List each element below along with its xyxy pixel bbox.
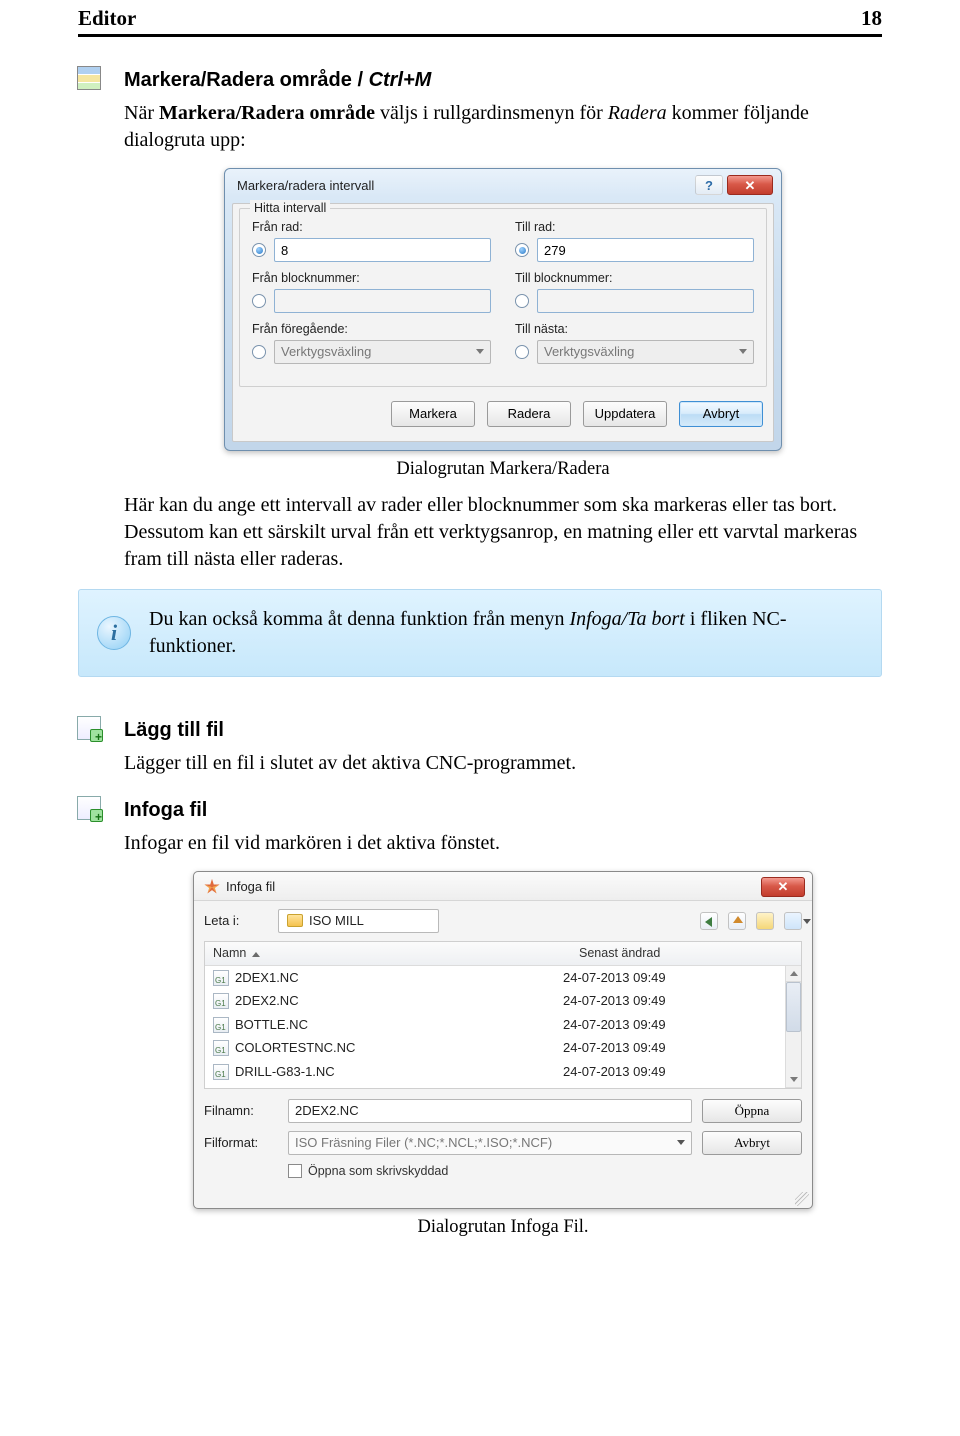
combo-from-prev[interactable]: Verktygsväxling — [274, 340, 491, 364]
label-look-in: Leta i: — [204, 912, 270, 930]
ofd-title: Infoga fil — [226, 878, 275, 896]
file-date: 24-07-2013 09:49 — [563, 969, 763, 987]
label-readonly: Öppna som skrivskyddad — [308, 1163, 448, 1180]
info-callout-text: Du kan också komma åt denna funktion frå… — [149, 606, 863, 660]
section-heading-mark-range: Markera/Radera område / Ctrl+M — [124, 67, 882, 94]
label-to-block: Till blocknummer: — [515, 270, 754, 287]
page-header-title: Editor — [78, 4, 136, 32]
file-name: BOTTLE.NC — [235, 1016, 308, 1034]
section-heading-insert-file: Infoga fil — [124, 797, 882, 824]
column-name[interactable]: Namn — [213, 945, 579, 962]
input-from-row[interactable] — [274, 238, 491, 262]
ofd-close-button[interactable]: ✕ — [761, 877, 805, 897]
combo-filetype[interactable]: ISO Fräsning Filer (*.NC;*.NCL;*.ISO;*.N… — [288, 1131, 692, 1155]
file-date: 24-07-2013 09:49 — [563, 992, 763, 1010]
file-row[interactable]: 2DEX1.NC 24-07-2013 09:49 — [205, 966, 785, 990]
info-icon: i — [97, 616, 131, 650]
file-row[interactable]: BOTTLE.NC 24-07-2013 09:49 — [205, 1013, 785, 1037]
file-name: COLORTESTNC.NC — [235, 1039, 355, 1057]
file-list-scrollbar[interactable] — [785, 966, 801, 1088]
dialog-close-button[interactable]: ✕ — [727, 175, 773, 195]
file-row[interactable]: COLORTESTNC.NC 24-07-2013 09:49 — [205, 1036, 785, 1060]
section-intro-mark-range: När Markera/Radera område väljs i rullga… — [124, 100, 882, 154]
radio-from-block[interactable] — [252, 294, 266, 308]
column-date[interactable]: Senast ändrad — [579, 945, 779, 962]
section-body-append-file: Lägger till en fil i slutet av det aktiv… — [124, 750, 882, 777]
file-date: 24-07-2013 09:49 — [563, 1039, 763, 1057]
caption-insert-file: Dialogrutan Infoga Fil. — [124, 1215, 882, 1240]
file-row[interactable]: DRILL-G83-1.NC 24-07-2013 09:49 — [205, 1060, 785, 1084]
input-to-row[interactable] — [537, 238, 754, 262]
section-body-mark-range: Här kan du ange ett intervall av rader e… — [124, 492, 882, 573]
file-name: 2DEX2.NC — [235, 992, 299, 1010]
look-in-combo[interactable]: ISO MILL — [278, 909, 439, 933]
label-from-block: Från blocknummer: — [252, 270, 491, 287]
input-filename[interactable]: 2DEX2.NC — [288, 1099, 692, 1123]
label-filetype: Filformat: — [204, 1134, 278, 1152]
file-name: 2DEX1.NC — [235, 969, 299, 987]
radio-from-prev[interactable] — [252, 345, 266, 359]
dialog-insert-file: Infoga fil ✕ Leta i: ISO MILL — [193, 871, 813, 1209]
nav-back-icon[interactable] — [700, 912, 718, 930]
section-body-insert-file: Infogar en fil vid markören i det aktiva… — [124, 830, 882, 857]
dialog-mark-range: Markera/radera intervall ? ✕ Hitta inter… — [224, 168, 782, 451]
input-to-block[interactable] — [537, 289, 754, 313]
page-number: 18 — [861, 4, 882, 32]
delete-button[interactable]: Radera — [487, 401, 571, 427]
file-row[interactable]: 2DEX2.NC 24-07-2013 09:49 — [205, 989, 785, 1013]
combo-to-next[interactable]: Verktygsväxling — [537, 340, 754, 364]
nc-file-icon — [213, 1040, 229, 1056]
label-filename: Filnamn: — [204, 1102, 278, 1120]
nc-file-icon — [213, 1017, 229, 1033]
cancel-button[interactable]: Avbryt — [679, 401, 763, 427]
label-from-row: Från rad: — [252, 219, 491, 236]
radio-to-next[interactable] — [515, 345, 529, 359]
mark-range-icon — [78, 67, 100, 89]
nc-file-icon — [213, 970, 229, 986]
dialog-title: Markera/radera intervall — [237, 177, 374, 195]
folder-icon — [287, 914, 303, 927]
radio-to-row[interactable] — [515, 243, 529, 257]
input-from-block[interactable] — [274, 289, 491, 313]
info-callout: i Du kan också komma åt denna funktion f… — [78, 589, 882, 677]
section-heading-append-file: Lägg till fil — [124, 717, 882, 744]
update-button[interactable]: Uppdatera — [583, 401, 667, 427]
app-icon — [204, 879, 220, 895]
insert-file-icon — [78, 797, 100, 819]
file-date: 24-07-2013 09:49 — [563, 1016, 763, 1034]
open-button[interactable]: Öppna — [702, 1099, 802, 1123]
label-to-next: Till nästa: — [515, 321, 754, 338]
append-file-icon — [78, 717, 100, 739]
radio-from-row[interactable] — [252, 243, 266, 257]
ofd-cancel-button[interactable]: Avbryt — [702, 1131, 802, 1155]
nc-file-icon — [213, 1064, 229, 1080]
nav-up-icon[interactable] — [728, 912, 746, 930]
nav-new-folder-icon[interactable] — [756, 912, 774, 930]
radio-to-block[interactable] — [515, 294, 529, 308]
resize-grip-icon[interactable] — [795, 1192, 809, 1206]
file-date: 24-07-2013 09:49 — [563, 1063, 763, 1081]
label-from-prev: Från föregående: — [252, 321, 491, 338]
groupbox-legend: Hitta intervall — [250, 200, 330, 217]
mark-button[interactable]: Markera — [391, 401, 475, 427]
readonly-checkbox[interactable] — [288, 1164, 302, 1178]
header-rule — [78, 34, 882, 37]
nc-file-icon — [213, 993, 229, 1009]
file-name: DRILL-G83-1.NC — [235, 1063, 335, 1081]
caption-mark-range: Dialogrutan Markera/Radera — [124, 457, 882, 482]
nav-view-icon[interactable] — [784, 912, 802, 930]
dialog-help-button[interactable]: ? — [695, 175, 723, 195]
label-to-row: Till rad: — [515, 219, 754, 236]
